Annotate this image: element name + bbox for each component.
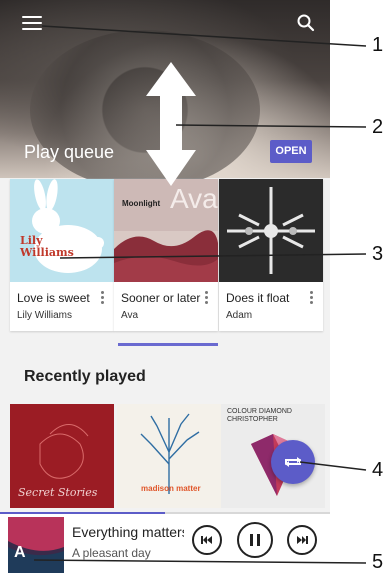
callout-number: 5 xyxy=(372,551,384,573)
callout-line-1 xyxy=(41,25,367,47)
callout-number: 3 xyxy=(372,243,384,265)
callout-line-2 xyxy=(175,124,367,128)
callout-number: 2 xyxy=(372,116,384,138)
annotation-layer xyxy=(33,25,367,564)
resize-arrow-icon xyxy=(146,62,196,186)
callout-line-3 xyxy=(59,253,367,259)
callout-number: 4 xyxy=(372,459,384,481)
callout-line-5 xyxy=(33,559,367,564)
callout-number: 1 xyxy=(372,34,384,56)
callout-line-4 xyxy=(299,461,367,471)
